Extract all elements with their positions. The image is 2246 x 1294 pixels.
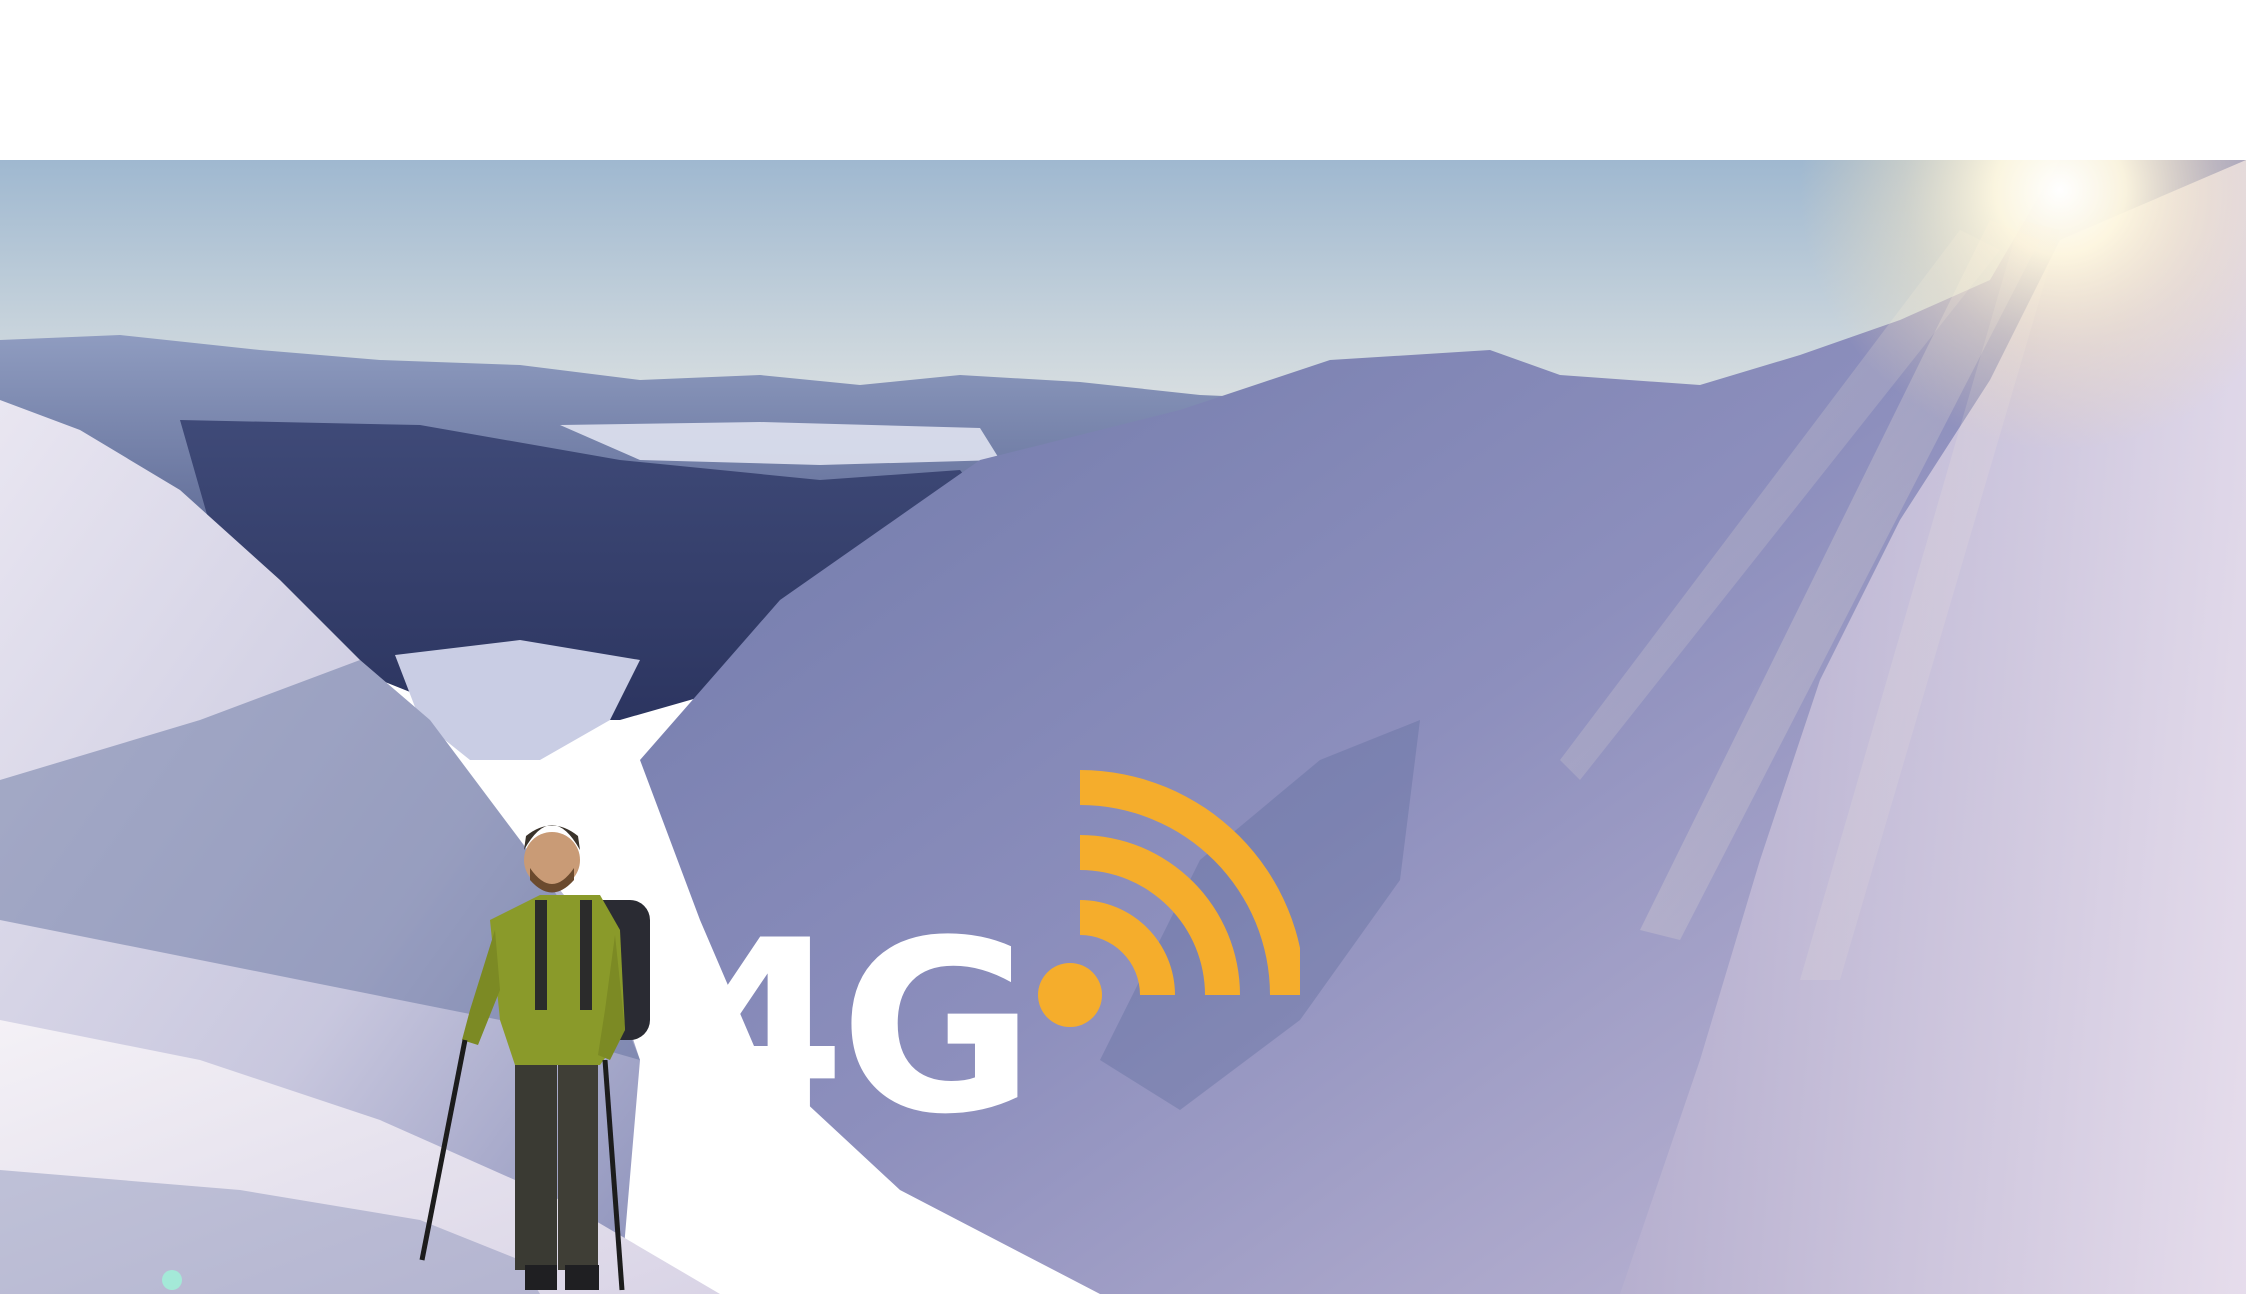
mountain-photo: 4G [0,160,2246,1294]
wifi-signal-icon [1038,770,1300,1027]
4g-logo: 4G [680,755,1300,1155]
4g-label: 4G [680,890,1035,1167]
lens-flare [162,1270,182,1290]
white-header-band [0,0,2246,160]
